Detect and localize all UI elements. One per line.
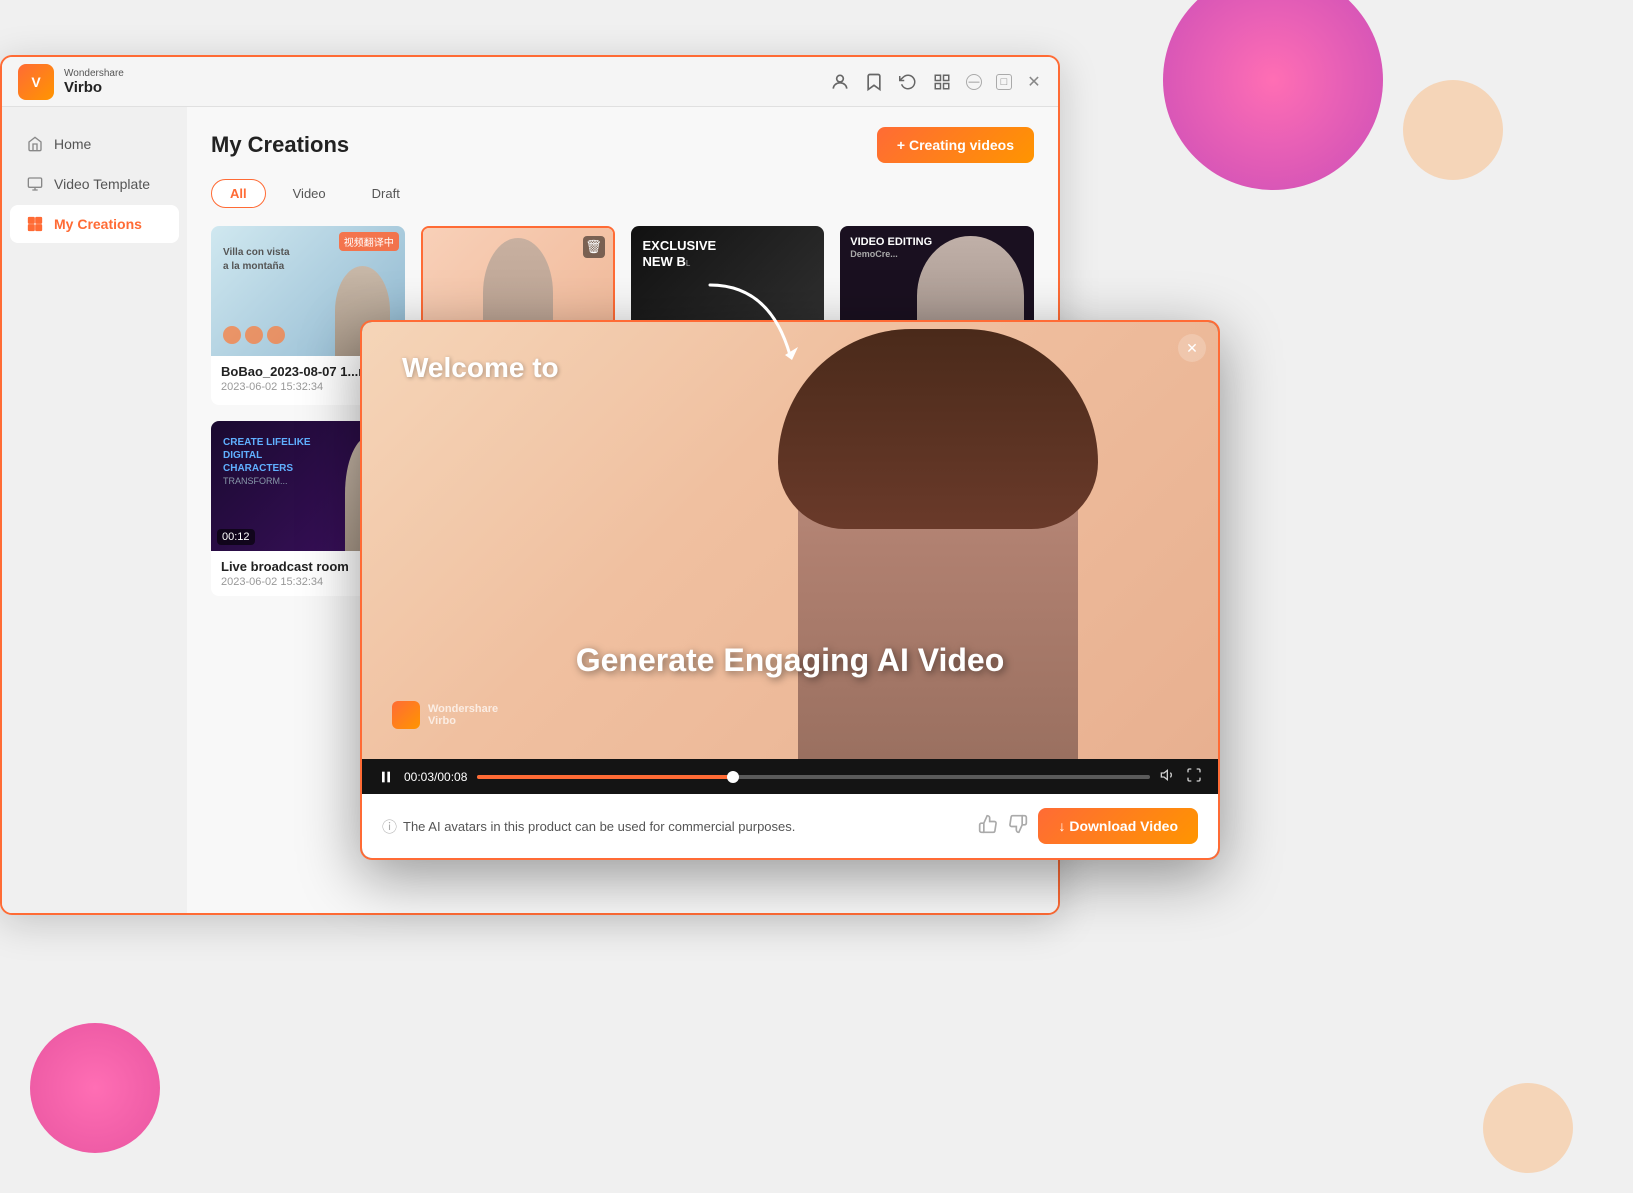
play-pause-button[interactable] <box>378 769 394 785</box>
sidebar-item-home-label: Home <box>54 136 91 152</box>
close-button[interactable]: ✕ <box>1026 74 1042 90</box>
arrow-annotation <box>690 275 810 375</box>
modal-video-bg: Welcome to Generate Engaging AI Video Wo… <box>362 322 1218 759</box>
brand-name: Virbo <box>64 79 124 96</box>
villa-icon-3 <box>267 326 285 344</box>
dislike-button[interactable] <box>1008 814 1028 839</box>
fullscreen-icon[interactable] <box>1186 767 1202 786</box>
progress-bar[interactable] <box>477 775 1150 779</box>
sidebar-item-my-creations[interactable]: My Creations <box>10 205 179 243</box>
sidebar-item-my-creations-label: My Creations <box>54 216 142 232</box>
generate-text: Generate Engaging AI Video <box>362 642 1218 679</box>
like-button[interactable] <box>978 814 998 839</box>
filter-tab-all[interactable]: All <box>211 179 266 208</box>
exclusive-text: EXCLUSIVENEW BL <box>643 238 717 269</box>
sidebar-item-video-template-label: Video Template <box>54 176 150 192</box>
virbo-watermark: WondershareVirbo <box>392 701 498 729</box>
my-creations-icon <box>26 215 44 233</box>
app-logo: V <box>18 64 54 100</box>
villa-icon-2 <box>245 326 263 344</box>
refresh-icon[interactable] <box>898 72 918 92</box>
home-icon <box>26 135 44 153</box>
modal-close-button[interactable]: ✕ <box>1178 334 1206 362</box>
brand-top: Wondershare <box>64 68 124 79</box>
bottom-notice: ⓘ The AI avatars in this product can be … <box>382 816 795 837</box>
bg-decoration-circle-peach-bottom <box>1483 1083 1573 1173</box>
notice-text: The AI avatars in this product can be us… <box>403 819 795 834</box>
time-current: 00:03/00:08 <box>404 770 467 784</box>
video-modal: Welcome to Generate Engaging AI Video Wo… <box>360 320 1220 860</box>
minimize-button[interactable]: — <box>966 74 982 90</box>
notice-icon: ⓘ <box>382 816 397 837</box>
welcome-text: Welcome to <box>402 352 559 384</box>
delete-icon-2[interactable]: 🗑 <box>583 236 605 258</box>
sidebar: Home Video Template My C <box>2 107 187 913</box>
create-videos-button[interactable]: + Creating videos <box>877 127 1034 163</box>
maximize-button[interactable]: □ <box>996 74 1012 90</box>
progress-fill <box>477 775 733 779</box>
sidebar-item-home[interactable]: Home <box>10 125 179 163</box>
video-controls: 00:03/00:08 <box>362 759 1218 794</box>
virbo-name-small: WondershareVirbo <box>428 703 498 727</box>
download-video-button[interactable]: ↓ Download Video <box>1038 808 1198 844</box>
modal-video-area: Welcome to Generate Engaging AI Video Wo… <box>362 322 1218 759</box>
video-badge-translate: 视频翻译中 <box>339 232 399 251</box>
villa-icons <box>223 326 285 344</box>
ve-title: VIDEO EDITINGDemoCre... <box>850 236 932 260</box>
presenter-body <box>798 339 1078 759</box>
page-title: My Creations <box>211 132 349 158</box>
volume-icon[interactable] <box>1160 767 1176 786</box>
modal-bottom-bar: ⓘ The AI avatars in this product can be … <box>362 794 1218 858</box>
video-template-icon <box>26 175 44 193</box>
bg-decoration-circle-pink <box>1163 0 1383 190</box>
bottom-actions: ↓ Download Video <box>978 808 1198 844</box>
video-duration-5: 00:12 <box>217 529 255 545</box>
bookmark-icon[interactable] <box>864 72 884 92</box>
title-bar-left: V Wondershare Virbo <box>18 64 124 100</box>
virbo-logo-small <box>392 701 420 729</box>
title-bar: V Wondershare Virbo <box>2 57 1058 107</box>
progress-dot <box>727 771 739 783</box>
bg-decoration-circle-peach <box>1403 80 1503 180</box>
account-icon[interactable] <box>830 72 850 92</box>
bg-decoration-circle-pink-bottom <box>30 1023 160 1153</box>
create-headline: CREATE LIFELIKEDIGITALCHARACTERSTransfor… <box>223 436 311 488</box>
sidebar-item-video-template[interactable]: Video Template <box>10 165 179 203</box>
title-bar-right: — □ ✕ <box>830 72 1042 92</box>
page-header: My Creations + Creating videos <box>211 127 1034 163</box>
villa-text: Villa con vistaa la montaña <box>223 246 290 274</box>
villa-icon-1 <box>223 326 241 344</box>
filter-tabs: All Video Draft <box>211 179 1034 208</box>
filter-tab-video[interactable]: Video <box>274 179 345 208</box>
filter-tab-draft[interactable]: Draft <box>353 179 419 208</box>
grid-icon[interactable] <box>932 72 952 92</box>
app-name-block: Wondershare Virbo <box>64 68 124 96</box>
ai-presenter <box>778 322 1098 759</box>
